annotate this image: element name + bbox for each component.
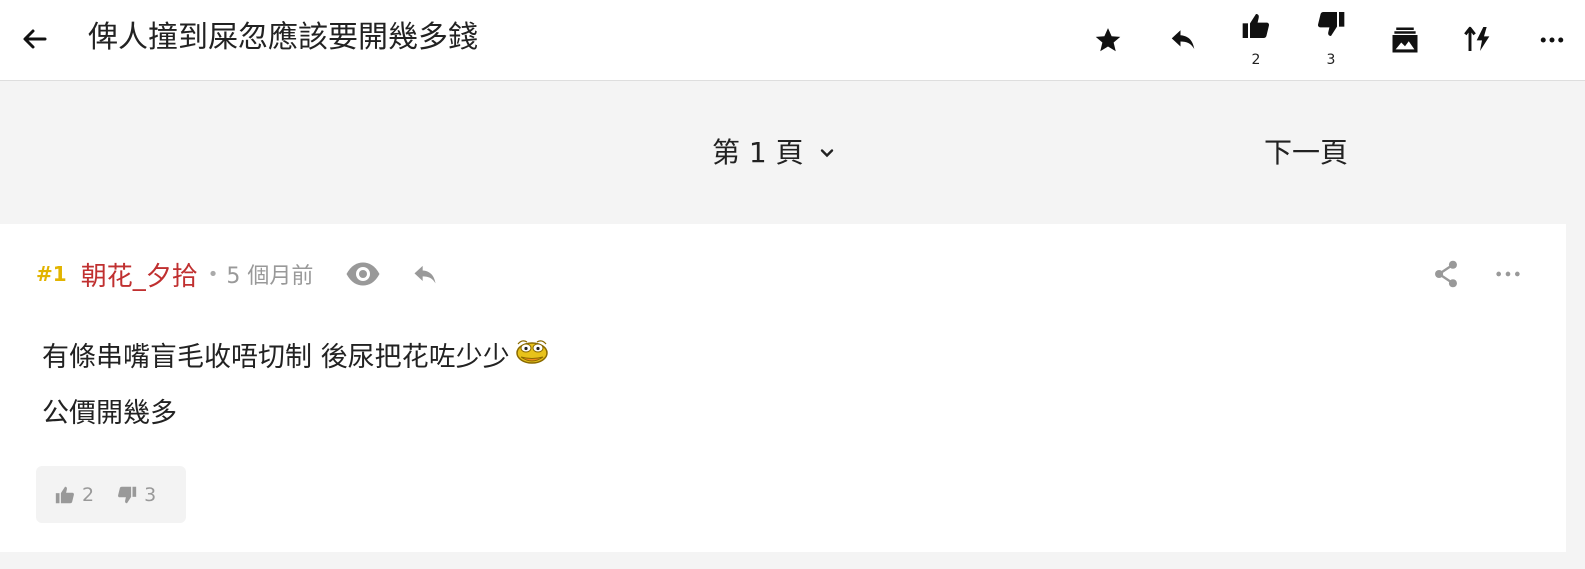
- back-button[interactable]: [20, 24, 50, 54]
- thread-title: 俾人撞到屎忽應該要開幾多錢: [88, 20, 478, 55]
- post-dislike-count: 3: [144, 483, 157, 506]
- post-vote-box: 2 3: [36, 466, 186, 523]
- thread-like-count: 2: [1251, 52, 1261, 68]
- separator-dot: •: [207, 263, 219, 285]
- more-icon: [1540, 37, 1564, 43]
- star-icon: [1095, 28, 1121, 52]
- quote-reply-button[interactable]: [405, 254, 445, 294]
- thumbs-up-icon: [1242, 14, 1270, 38]
- reply-icon: [414, 265, 436, 284]
- share-button[interactable]: [1428, 254, 1464, 294]
- image-gallery-icon: [1392, 27, 1418, 53]
- post-body: 有條串嘴盲毛收唔切制 後尿把花咗少少 公價開幾多: [42, 330, 552, 442]
- post-like-button[interactable]: 2: [54, 484, 94, 506]
- star-button[interactable]: [1088, 20, 1128, 60]
- thumbs-down-icon: [1317, 12, 1345, 36]
- more-button[interactable]: [1532, 20, 1572, 60]
- image-gallery-button[interactable]: [1385, 20, 1425, 60]
- post-line: 公價開幾多: [42, 386, 552, 442]
- sort-icon: [1464, 26, 1490, 51]
- arrow-left-icon: [23, 29, 47, 49]
- view-author-only-button[interactable]: [343, 254, 383, 294]
- post-floor-number: #1: [36, 262, 67, 286]
- post-text-line-2: 公價開幾多: [42, 398, 177, 429]
- post-like-count: 2: [82, 483, 95, 506]
- sort-button[interactable]: [1458, 19, 1498, 59]
- post-time: 5 個月前: [226, 264, 314, 289]
- post-line: 有條串嘴盲毛收唔切制 後尿把花咗少少: [42, 330, 552, 386]
- thread-dislike-button[interactable]: [1311, 4, 1351, 44]
- top-bar: 俾人撞到屎忽應該要開幾多錢 2 3: [0, 0, 1585, 81]
- post-more-button[interactable]: [1490, 254, 1526, 294]
- chevron-down-icon: [820, 149, 833, 158]
- share-icon: [1435, 260, 1457, 288]
- reply-button[interactable]: [1163, 19, 1203, 59]
- post-card: #1 朝花_夕拾 • 5 個月前 有條串嘴盲毛收唔切制 後尿把花咗少少 公價開幾…: [0, 224, 1566, 552]
- more-icon: [1496, 271, 1520, 277]
- pagination-bar: 第 1 頁 下一頁: [0, 81, 1585, 224]
- duck-emoji-icon: [512, 330, 552, 386]
- post-username[interactable]: 朝花_夕拾: [81, 256, 198, 293]
- eye-icon: [346, 262, 380, 286]
- post-dislike-button[interactable]: 3: [116, 484, 156, 506]
- thread-like-button[interactable]: [1236, 6, 1276, 46]
- thumbs-up-icon: [55, 486, 74, 503]
- reply-icon: [1171, 30, 1195, 49]
- post-header: #1 朝花_夕拾 • 5 個月前: [36, 254, 467, 294]
- thumbs-down-icon: [118, 486, 137, 503]
- page-label: 第 1 頁: [712, 136, 804, 169]
- next-page-button[interactable]: 下一頁: [1264, 133, 1348, 173]
- page-background-strip: [0, 552, 1585, 569]
- thread-dislike-count: 3: [1326, 52, 1336, 68]
- post-text-line-1: 有條串嘴盲毛收唔切制 後尿把花咗少少: [42, 342, 510, 373]
- page-select[interactable]: 第 1 頁: [712, 133, 836, 173]
